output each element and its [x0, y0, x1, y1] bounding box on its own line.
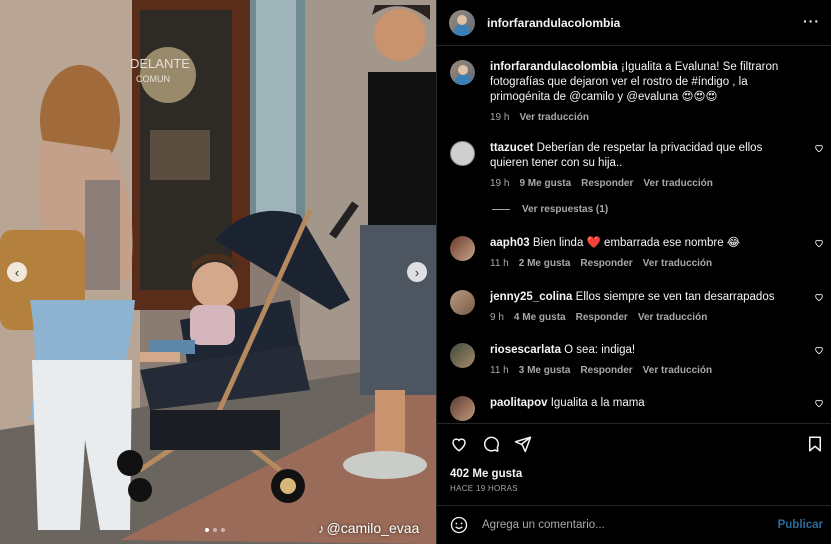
reply-button[interactable]: Responder	[581, 178, 633, 189]
list-item: aaph03 Bien linda ❤️ embarrada ese nombr…	[450, 236, 823, 269]
caption-text: inforfarandulacolombia ¡Igualita a Evalu…	[490, 61, 779, 103]
post-panel: inforfarandulacolombia ··· inforfarandul…	[436, 0, 831, 544]
comment-username[interactable]: paolitapov	[490, 397, 548, 409]
watermark-text: @camilo_evaa	[326, 520, 420, 536]
reply-button[interactable]: Responder	[580, 365, 632, 376]
comment-time: 11 h	[490, 365, 509, 376]
chevron-left-icon[interactable]: ‹	[7, 262, 27, 282]
carousel-dot	[221, 528, 225, 532]
list-item: ttazucet Deberían de respetar la privaci…	[450, 141, 823, 189]
heart-icon[interactable]	[450, 435, 468, 453]
post-modal: DELANTE COMUN ‹ › ♪ @camilo_evaa inforfa…	[0, 0, 831, 544]
caption-meta: 19 h Ver traducción	[490, 112, 790, 123]
comment-likes[interactable]: 4 Me gusta	[514, 312, 566, 323]
comment-time: 19 h	[490, 178, 510, 189]
comment-time: 9 h	[490, 312, 504, 323]
store-sign-line2: COMUN	[136, 74, 170, 84]
post-header: inforfarandulacolombia ···	[437, 0, 831, 46]
heart-icon[interactable]	[814, 238, 824, 248]
comment-username[interactable]: riosescarlata	[490, 344, 561, 356]
comment-username[interactable]: ttazucet	[490, 142, 533, 154]
post-photo[interactable]: DELANTE COMUN ‹ › ♪ @camilo_evaa	[0, 0, 436, 544]
translate-link[interactable]: Ver traducción	[643, 258, 712, 269]
comment-username[interactable]: aaph03	[490, 237, 530, 249]
comment-composer: Publicar	[437, 505, 831, 544]
street-photo-illustration: DELANTE COMUN	[0, 0, 436, 544]
carousel-dots	[205, 528, 225, 532]
avatar[interactable]	[450, 141, 475, 166]
publish-button[interactable]: Publicar	[778, 519, 823, 531]
comment-input[interactable]	[482, 519, 752, 531]
view-replies-button[interactable]: Ver respuestas (1)	[492, 204, 608, 215]
comments-list[interactable]: inforfarandulacolombia ¡Igualita a Evalu…	[437, 47, 831, 423]
avatar[interactable]	[450, 60, 475, 85]
likes-count[interactable]: 402 Me gusta	[450, 468, 522, 480]
store-sign-line1: DELANTE	[130, 56, 190, 71]
avatar[interactable]	[450, 236, 475, 261]
share-icon[interactable]	[514, 435, 532, 453]
heart-icon[interactable]	[814, 292, 824, 302]
comment-likes[interactable]: 3 Me gusta	[519, 365, 571, 376]
reply-button[interactable]: Responder	[576, 312, 628, 323]
bookmark-icon[interactable]	[806, 435, 824, 453]
reply-button[interactable]: Responder	[580, 258, 632, 269]
comment-text: Bien linda ❤️ embarrada ese nombre 😂	[532, 237, 741, 249]
avatar[interactable]	[450, 343, 475, 368]
comment-text: Igualita a la mama	[550, 397, 645, 409]
avatar[interactable]	[450, 396, 475, 421]
carousel-dot	[205, 528, 209, 532]
list-item: paolitapov Igualita a la mama	[450, 396, 823, 421]
translate-link[interactable]: Ver traducción	[643, 178, 712, 189]
post-actions: 402 Me gusta HACE 19 HORAS	[437, 423, 831, 505]
comment-likes[interactable]: 9 Me gusta	[519, 178, 571, 189]
translate-link[interactable]: Ver traducción	[638, 312, 707, 323]
caption-translate[interactable]: Ver traducción	[519, 112, 588, 123]
more-icon[interactable]: ···	[803, 13, 820, 29]
caption-username[interactable]: inforfarandulacolombia	[490, 61, 618, 73]
caption: inforfarandulacolombia ¡Igualita a Evalu…	[450, 60, 820, 123]
list-item: riosescarlata O sea: indiga! 11 h 3 Me g…	[450, 343, 823, 376]
post-time: HACE 19 HORAS	[450, 484, 518, 493]
replies-divider	[492, 209, 510, 210]
carousel-dot	[213, 528, 217, 532]
avatar[interactable]	[449, 9, 475, 36]
chevron-right-icon[interactable]: ›	[407, 262, 427, 282]
comment-username[interactable]: jenny25_colina	[490, 291, 572, 303]
comment-likes[interactable]: 2 Me gusta	[519, 258, 571, 269]
translate-link[interactable]: Ver traducción	[643, 365, 712, 376]
header-username[interactable]: inforfarandulacolombia	[487, 16, 620, 30]
avatar[interactable]	[450, 290, 475, 315]
watermark: ♪ @camilo_evaa	[318, 520, 419, 536]
emoji-icon[interactable]	[450, 516, 468, 534]
list-item: jenny25_colina Ellos siempre se ven tan …	[450, 290, 823, 323]
caption-time: 19 h	[490, 112, 510, 123]
comment-icon[interactable]	[482, 435, 500, 453]
heart-icon[interactable]	[814, 143, 824, 153]
comment-time: 11 h	[490, 258, 509, 269]
heart-icon[interactable]	[814, 398, 824, 408]
tiktok-icon: ♪	[318, 520, 325, 536]
comment-text: O sea: indiga!	[564, 344, 636, 356]
heart-icon[interactable]	[814, 345, 824, 355]
comment-text: Ellos siempre se ven tan desarrapados	[575, 291, 775, 303]
